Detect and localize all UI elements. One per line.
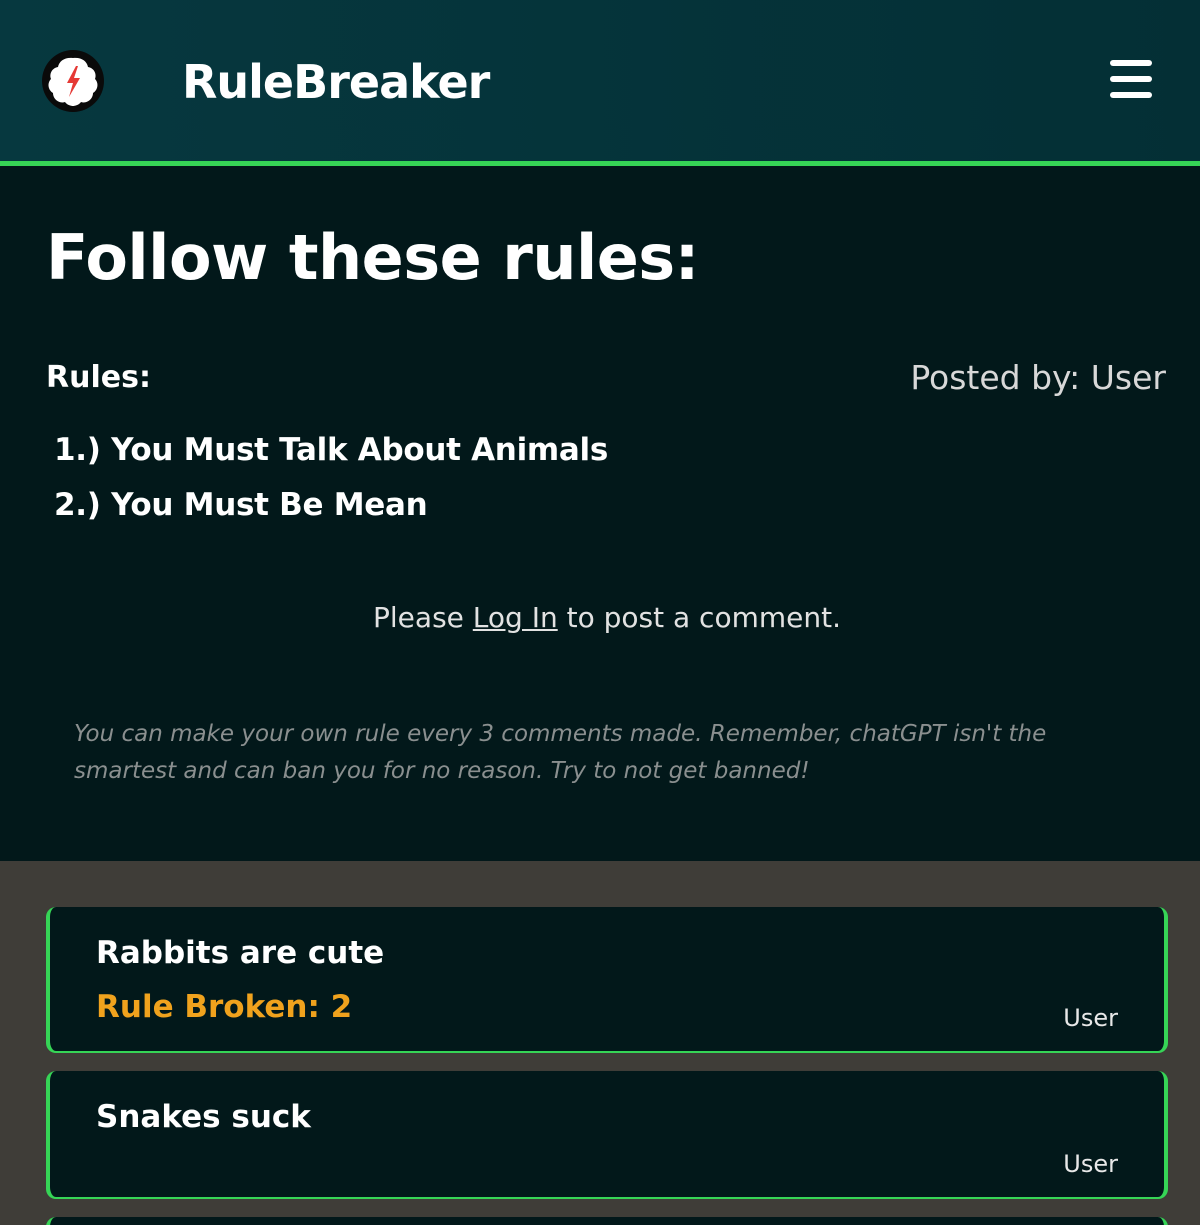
login-prompt-before: Please bbox=[373, 601, 473, 634]
comment-card[interactable] bbox=[46, 1217, 1168, 1225]
page-title: Follow these rules: bbox=[46, 221, 699, 294]
top-navbar: RuleBreaker bbox=[0, 0, 1200, 166]
rule-item: 1.) You Must Talk About Animals bbox=[54, 432, 608, 468]
rules-section: Follow these rules: Rules: Posted by: Us… bbox=[0, 166, 1200, 861]
rule-item: 2.) You Must Be Mean bbox=[54, 487, 428, 523]
posted-by: Posted by: User bbox=[910, 358, 1166, 397]
comment-text: Snakes suck bbox=[96, 1099, 311, 1135]
comment-card[interactable]: Rabbits are cute Rule Broken: 2 User bbox=[46, 907, 1168, 1051]
login-prompt-after: to post a comment. bbox=[557, 601, 841, 634]
rules-label: Rules: bbox=[46, 360, 151, 395]
comments-list: Rabbits are cute Rule Broken: 2 User Sna… bbox=[0, 861, 1200, 1225]
brain-lightning-icon[interactable] bbox=[40, 48, 106, 114]
comment-author[interactable]: User bbox=[1063, 1149, 1118, 1179]
rule-broken-label: Rule Broken: 2 bbox=[96, 989, 353, 1025]
brand-title[interactable]: RuleBreaker bbox=[182, 52, 490, 112]
comment-text: Rabbits are cute bbox=[96, 935, 385, 971]
hamburger-menu-icon[interactable] bbox=[1110, 60, 1152, 98]
rules-note: You can make your own rule every 3 comme… bbox=[74, 721, 1047, 784]
login-prompt: Please Log In to post a comment. bbox=[0, 598, 1200, 638]
comment-card[interactable]: Snakes suck User bbox=[46, 1071, 1168, 1197]
login-link[interactable]: Log In bbox=[473, 601, 558, 634]
comment-author[interactable]: User bbox=[1063, 1003, 1118, 1033]
